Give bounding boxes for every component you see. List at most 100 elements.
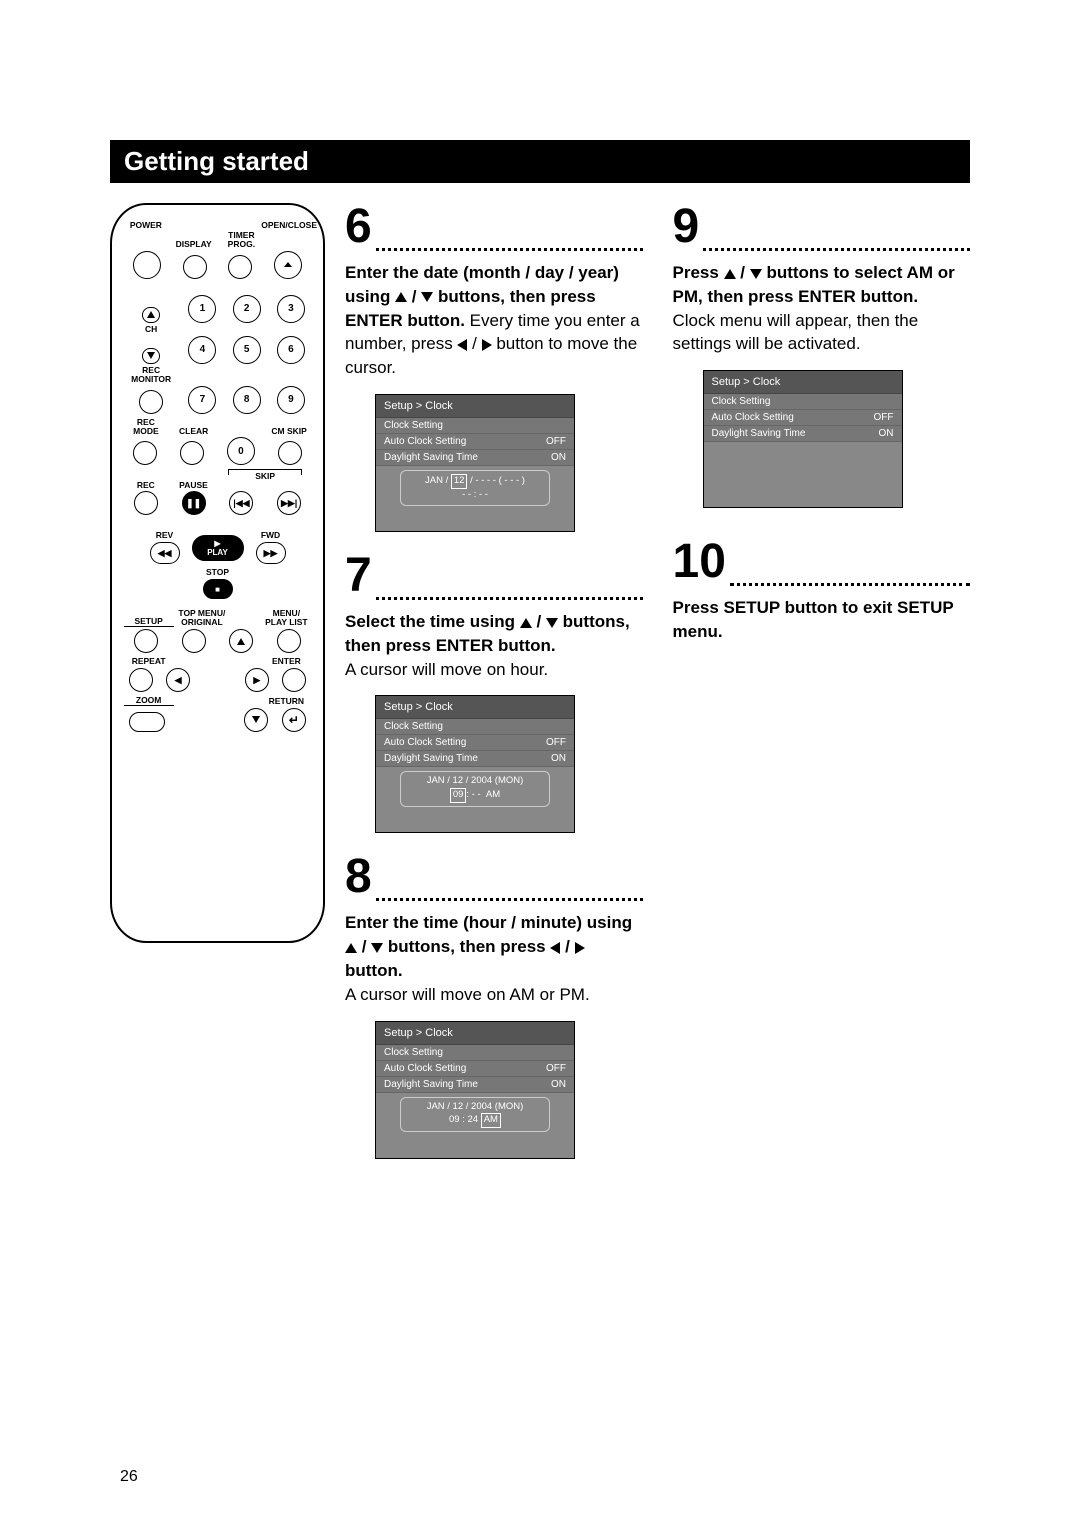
right-icon bbox=[482, 339, 492, 351]
fwd-button[interactable]: ▶▶ bbox=[256, 542, 286, 564]
repeat-button[interactable] bbox=[129, 668, 153, 692]
osd-value: ON bbox=[551, 452, 566, 463]
step-number: 6 bbox=[345, 203, 372, 251]
rev-label: REV bbox=[156, 531, 173, 540]
step-number: 7 bbox=[345, 552, 372, 600]
play-label: PLAY bbox=[207, 548, 228, 557]
power-label: POWER bbox=[130, 221, 162, 231]
enter-button[interactable] bbox=[282, 668, 306, 692]
step-number: 8 bbox=[345, 853, 372, 901]
recmonitor-button[interactable] bbox=[139, 390, 163, 414]
play-button[interactable]: ▶ PLAY bbox=[192, 535, 244, 561]
osd-panel: JAN / 12 / 2004 (MON) 09 : 24 AM bbox=[400, 1097, 550, 1133]
digit-0[interactable]: 0 bbox=[227, 437, 255, 465]
osd-row: Auto Clock Setting bbox=[712, 412, 794, 423]
down-icon bbox=[252, 716, 260, 723]
setup-button[interactable] bbox=[134, 629, 158, 653]
nav-left-button[interactable]: ◀ bbox=[166, 668, 190, 692]
osd-value: OFF bbox=[546, 436, 566, 447]
step-8: 8 Enter the time (hour / minute) using /… bbox=[345, 853, 643, 1158]
osd-title: Setup > Clock bbox=[704, 371, 902, 394]
osd-value: OFF bbox=[546, 1063, 566, 1074]
osd-screenshot: Setup > Clock Clock Setting Auto Clock S… bbox=[703, 370, 903, 508]
digit-8[interactable]: 8 bbox=[233, 386, 261, 414]
osd-row: Clock Setting bbox=[712, 396, 771, 407]
openclose-label: OPEN/CLOSE bbox=[261, 221, 317, 231]
cmskip-label: CM SKIP bbox=[268, 427, 310, 436]
zoom-label: ZOOM bbox=[124, 696, 174, 706]
down-icon bbox=[421, 292, 433, 302]
osd-row: Auto Clock Setting bbox=[384, 436, 466, 447]
zoom-button[interactable] bbox=[129, 712, 165, 732]
display-button[interactable] bbox=[183, 255, 207, 279]
up-icon bbox=[724, 269, 736, 279]
clear-label: CLEAR bbox=[173, 427, 215, 436]
remote-column: POWER OPEN/CLOSE DISPLAY TIMER PROG. bbox=[110, 203, 325, 943]
topmenu-label: TOP MENU/ ORIGINAL bbox=[177, 609, 227, 627]
setup-label: SETUP bbox=[124, 617, 174, 627]
osd-value: ON bbox=[551, 1079, 566, 1090]
topmenu-button[interactable] bbox=[182, 629, 206, 653]
osd-row: Clock Setting bbox=[384, 1047, 443, 1058]
cmskip-button[interactable] bbox=[278, 441, 302, 465]
digit-1[interactable]: 1 bbox=[188, 295, 216, 323]
stop-button[interactable]: ■ bbox=[203, 579, 233, 599]
timerprog-button[interactable] bbox=[228, 255, 252, 279]
recmode-button[interactable] bbox=[133, 441, 157, 465]
menuplaylist-button[interactable] bbox=[277, 629, 301, 653]
pause-button[interactable]: ❚❚ bbox=[182, 491, 206, 515]
up-icon bbox=[395, 292, 407, 302]
osd-time: - - : - - bbox=[462, 489, 488, 500]
stop-label: STOP bbox=[206, 568, 229, 577]
left-icon: ◀ bbox=[175, 675, 182, 686]
osd-row: Daylight Saving Time bbox=[384, 452, 478, 463]
dotted-rule bbox=[376, 580, 643, 600]
nav-down-button[interactable] bbox=[244, 708, 268, 732]
step-plain-text: A cursor will move on hour. bbox=[345, 660, 548, 679]
osd-row: Auto Clock Setting bbox=[384, 737, 466, 748]
recmon-label: REC MONITOR bbox=[131, 366, 171, 384]
osd-title: Setup > Clock bbox=[376, 395, 574, 418]
step-10: 10 Press SETUP button to exit SETUP menu… bbox=[673, 538, 971, 644]
rev-button[interactable]: ◀◀ bbox=[150, 542, 180, 564]
steps: 6 Enter the date (month / day / year) us… bbox=[345, 203, 970, 1159]
clear-button[interactable] bbox=[180, 441, 204, 465]
return-button[interactable] bbox=[282, 708, 306, 732]
digit-9[interactable]: 9 bbox=[277, 386, 305, 414]
skip-next-button[interactable]: ▶▶| bbox=[277, 491, 301, 515]
down-icon bbox=[750, 269, 762, 279]
skip-prev-button[interactable]: |◀◀ bbox=[229, 491, 253, 515]
ch-down-button[interactable] bbox=[142, 348, 160, 364]
digit-3[interactable]: 3 bbox=[277, 295, 305, 323]
dotted-rule bbox=[730, 566, 970, 586]
nav-right-button[interactable]: ▶ bbox=[245, 668, 269, 692]
section-header: Getting started bbox=[110, 140, 970, 183]
up-icon bbox=[237, 638, 245, 645]
osd-value: OFF bbox=[546, 737, 566, 748]
power-button[interactable] bbox=[133, 251, 161, 279]
osd-value: ON bbox=[879, 428, 894, 439]
ch-label: CH bbox=[145, 325, 157, 334]
digit-7[interactable]: 7 bbox=[188, 386, 216, 414]
osd-row: Auto Clock Setting bbox=[384, 1063, 466, 1074]
openclose-button[interactable] bbox=[274, 251, 302, 279]
step-number: 10 bbox=[673, 538, 726, 586]
osd-cursor-value: 12 bbox=[451, 474, 468, 489]
digit-4[interactable]: 4 bbox=[188, 336, 216, 364]
digit-2[interactable]: 2 bbox=[233, 295, 261, 323]
osd-row: Daylight Saving Time bbox=[384, 753, 478, 764]
osd-date: JAN / 12 / 2004 (MON) bbox=[427, 775, 524, 786]
digit-5[interactable]: 5 bbox=[233, 336, 261, 364]
step-bold-text: Press SETUP button to exit SETUP menu. bbox=[673, 598, 954, 641]
repeat-label: REPEAT bbox=[124, 657, 174, 666]
osd-cursor-value: 09 bbox=[450, 788, 467, 803]
return-label: RETURN bbox=[261, 697, 311, 706]
ch-up-button[interactable] bbox=[142, 307, 160, 323]
left-icon bbox=[550, 942, 560, 954]
dotted-rule bbox=[376, 881, 643, 901]
down-icon bbox=[371, 943, 383, 953]
nav-up-button[interactable] bbox=[229, 629, 253, 653]
digit-6[interactable]: 6 bbox=[277, 336, 305, 364]
right-icon bbox=[575, 942, 585, 954]
rec-button[interactable] bbox=[134, 491, 158, 515]
